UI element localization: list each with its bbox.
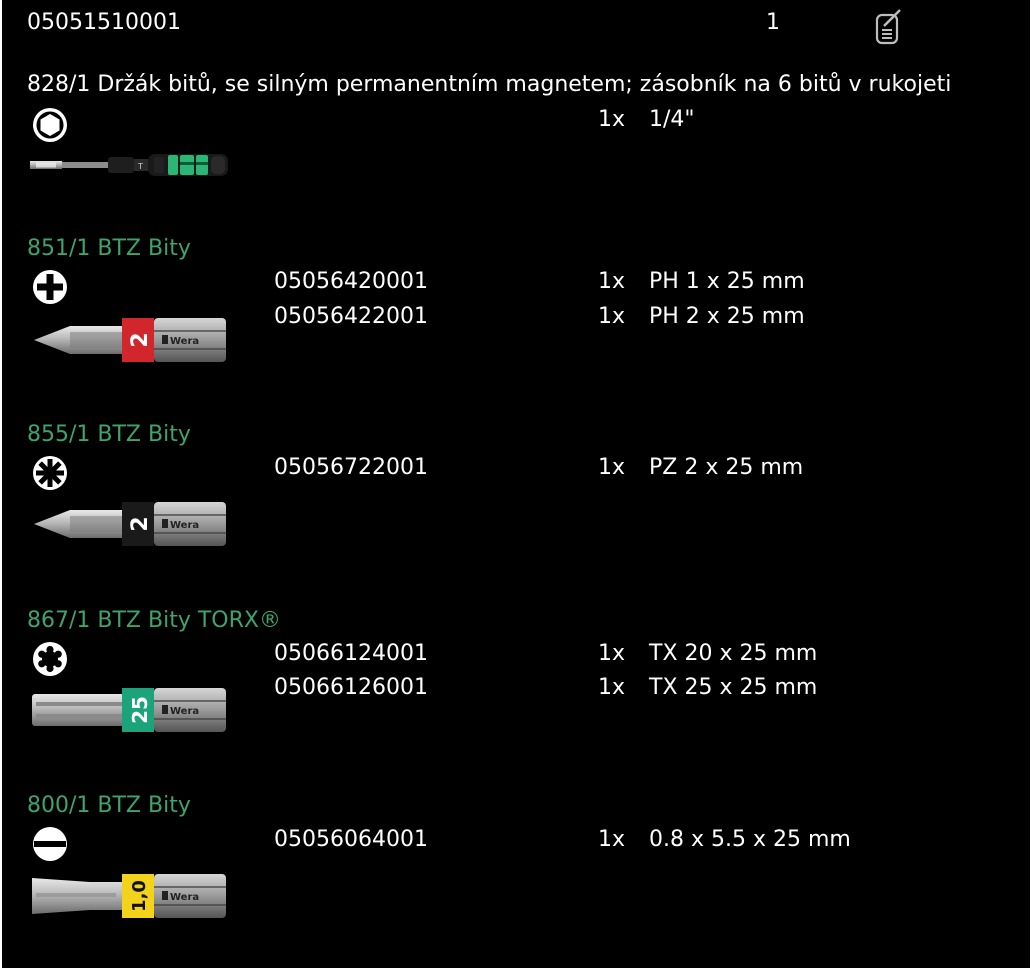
item-qty: 1x — [598, 455, 626, 480]
item-size: TX 25 x 25 mm — [649, 675, 818, 700]
bit-band-label: 1,0 — [129, 880, 150, 912]
item-code: 05056422001 — [274, 304, 428, 329]
item-code: 05056420001 — [274, 269, 428, 294]
bit-brand: Wera — [170, 520, 199, 531]
bit-image-tx: 25 Wera — [30, 680, 230, 740]
holder-qty: 1x — [598, 107, 626, 132]
article-quantity: 1 — [766, 10, 780, 35]
group-title: 867/1 BTZ Bity TORX® — [27, 608, 281, 633]
item-size: PH 2 x 25 mm — [649, 304, 805, 329]
pozidriv-icon — [31, 454, 69, 492]
bit-image-pz: 2 Wera — [30, 494, 230, 554]
article-number: 05051510001 — [27, 10, 181, 35]
torx-icon — [31, 640, 69, 678]
item-code: 05056064001 — [274, 827, 428, 852]
item-size: 0.8 x 5.5 x 25 mm — [649, 827, 851, 852]
bit-image-ph: 2 Wera — [30, 310, 230, 370]
svg-text:T: T — [137, 162, 143, 171]
document-edit-icon[interactable] — [874, 8, 902, 46]
group-title: 851/1 BTZ Bity — [27, 236, 191, 261]
bit-band-label: 2 — [128, 516, 153, 531]
bit-holder-image: T — [30, 146, 230, 186]
holder-title: 828/1 Držák bitů, se silným permanentním… — [27, 72, 952, 97]
item-size: PH 1 x 25 mm — [649, 269, 805, 294]
item-qty: 1x — [598, 641, 626, 666]
bit-brand: Wera — [170, 336, 199, 347]
group-title: 800/1 BTZ Bity — [27, 793, 191, 818]
bit-band-label: 25 — [128, 696, 152, 724]
group-title: 855/1 BTZ Bity — [27, 422, 191, 447]
item-qty: 1x — [598, 304, 626, 329]
item-code: 05056722001 — [274, 455, 428, 480]
item-qty: 1x — [598, 827, 626, 852]
bit-band-label: 2 — [128, 332, 153, 347]
item-code: 05066124001 — [274, 641, 428, 666]
item-qty: 1x — [598, 675, 626, 700]
bit-image-slotted: 1,0 Wera — [30, 866, 230, 926]
slotted-icon — [31, 825, 69, 863]
item-size: PZ 2 x 25 mm — [649, 455, 804, 480]
hex-drive-icon — [31, 106, 69, 144]
item-qty: 1x — [598, 269, 626, 294]
phillips-icon — [31, 268, 69, 306]
item-size: TX 20 x 25 mm — [649, 641, 818, 666]
bit-brand: Wera — [170, 892, 199, 903]
holder-size: 1/4" — [649, 107, 695, 132]
article-sheet: 05051510001 1 828/1 Držák bitů, se silný… — [2, 0, 1030, 968]
item-code: 05066126001 — [274, 675, 428, 700]
bit-brand: Wera — [170, 706, 199, 717]
